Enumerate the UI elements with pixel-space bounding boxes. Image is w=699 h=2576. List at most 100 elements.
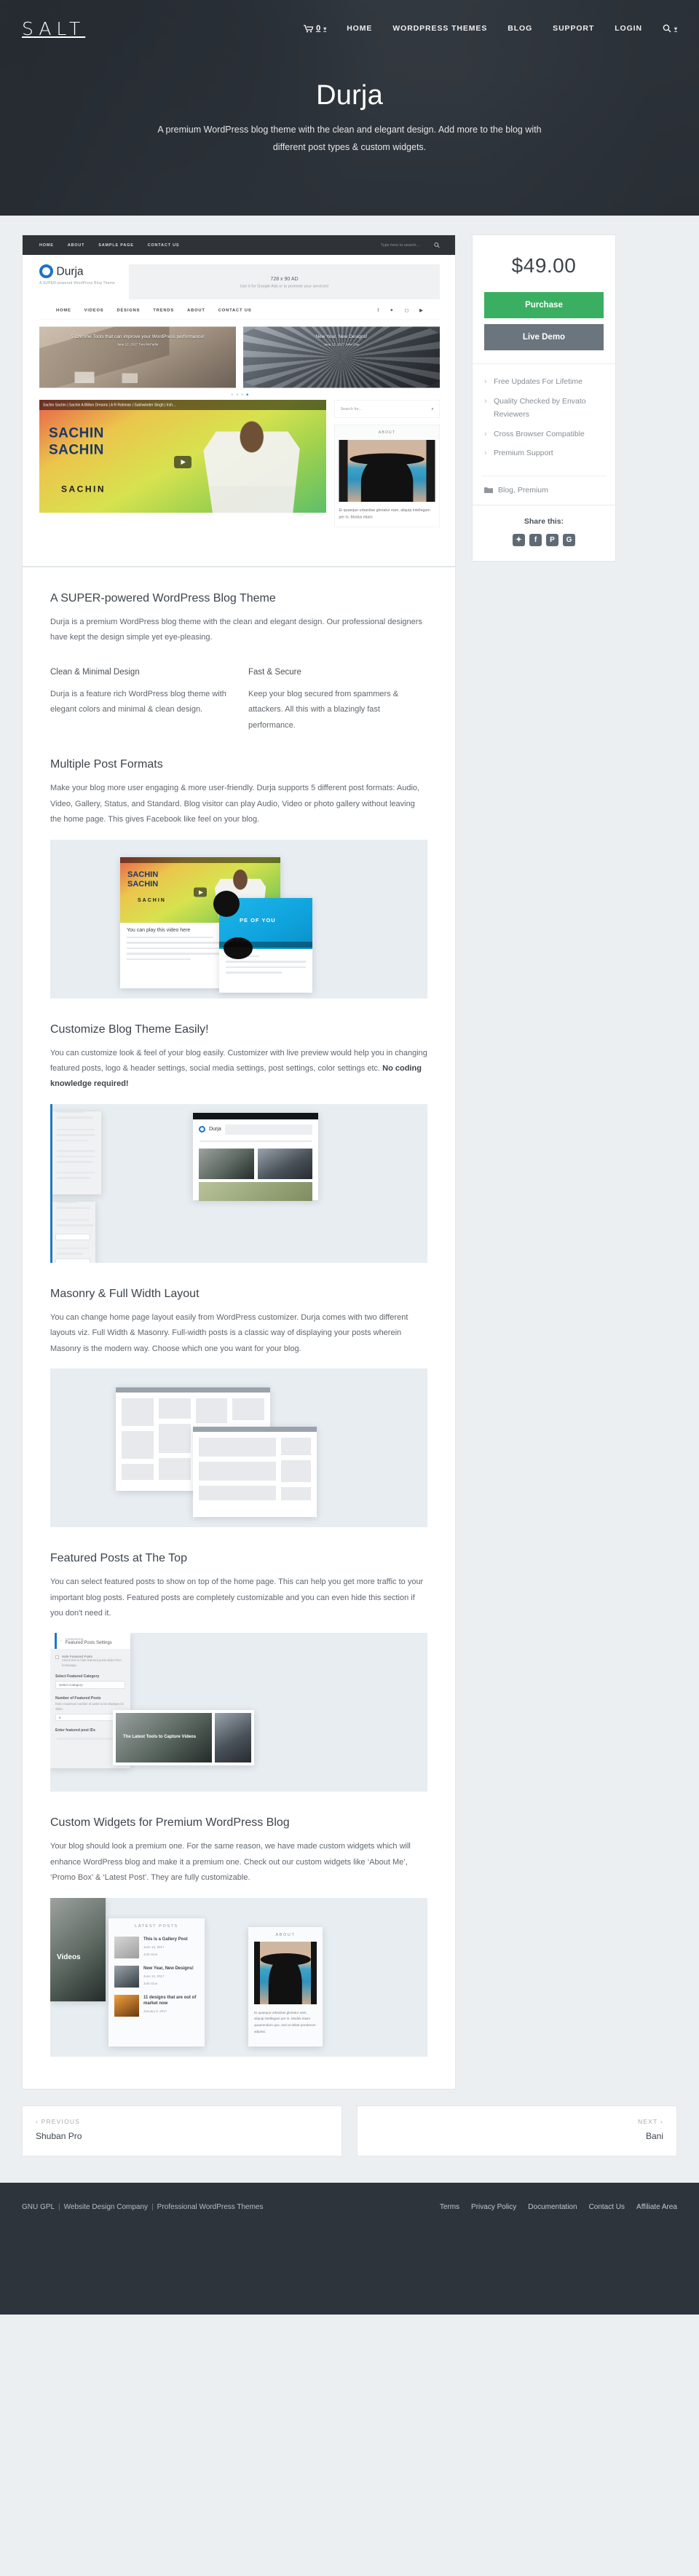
purchase-button[interactable]: Purchase: [484, 292, 604, 318]
demo-video-title: Sachin Sachin | Sachin A Billion Dreams …: [43, 403, 176, 407]
wg-post-title-2: 11 designs that are out of market now: [143, 1995, 197, 2006]
search-toggle[interactable]: ▾: [663, 24, 677, 33]
share-heading: Share this:: [524, 517, 564, 527]
instagram-icon[interactable]: ◻: [405, 307, 408, 313]
demo-video-subject: [203, 415, 300, 513]
nav-item-home[interactable]: HOME: [347, 24, 372, 33]
demo-nav-about[interactable]: ABOUT: [68, 243, 85, 248]
feature-column-clean-minimal: Clean & Minimal Design Durja is a featur…: [50, 668, 229, 733]
twitter-icon[interactable]: ✦: [513, 534, 525, 547]
wg-post-title-0: This is a Gallery Post: [143, 1937, 188, 1942]
demo-sidebar-search[interactable]: Search for... ⌕: [334, 400, 440, 418]
next-label: NEXT ›: [638, 2117, 663, 2125]
figure-post-formats: SACHIN SACHIN SACHIN You can play this v…: [50, 839, 427, 999]
demo-mainnav-designs[interactable]: DESIGNS: [116, 308, 140, 312]
product-categories[interactable]: Blog, Premium: [481, 476, 607, 505]
demo-mainnav-trends[interactable]: TRENDS: [153, 308, 174, 312]
nav-item-login[interactable]: LOGIN: [615, 24, 642, 33]
feature-columns: Clean & Minimal Design Durja is a featur…: [50, 668, 427, 733]
cart-count: 0: [316, 24, 321, 33]
demo-slide-2[interactable]: New Year, New Designs! June 12, 2017 Joh…: [243, 326, 440, 388]
demo-main-nav: HOME VIDEOS DESIGNS TRENDS ABOUT CONTACT…: [39, 299, 440, 320]
footer-link-website-design-company[interactable]: Website Design Company: [64, 2203, 148, 2211]
feature-item-1: Quality Checked by Envato Reviewers: [484, 395, 604, 422]
site-logo[interactable]: SALT: [22, 18, 85, 39]
footer-link-gnu-gpl[interactable]: GNU GPL: [22, 2203, 55, 2211]
cart-button[interactable]: 0 ▾: [304, 24, 326, 33]
hero-banner: SALT 0 ▾ HOME WORDPRESS THEMES BLOG SUPP…: [0, 0, 699, 216]
wg-latest-title: LATEST POSTS: [135, 1923, 178, 1929]
section-featured-posts: Featured Posts at The Top You can select…: [50, 1552, 427, 1792]
product-screenshot[interactable]: HOME ABOUT SAMPLE PAGE CONTACT US Type h…: [22, 235, 456, 567]
footer-link-contact-us[interactable]: Contact Us: [589, 2203, 625, 2211]
product-price: $49.00: [511, 254, 577, 277]
next-title: Bani: [645, 2130, 663, 2141]
search-icon-sidebar[interactable]: ⌕: [431, 406, 433, 411]
section-text-customize: You can customize look & feel of your bl…: [50, 1048, 427, 1089]
demo-slider-dots[interactable]: [23, 387, 455, 400]
mockup-video-word-1: SACHIN: [127, 870, 159, 879]
feature-column-fast-secure: Fast & Secure Keep your blog secured fro…: [248, 668, 427, 733]
ft-slide-caption: The Latest Tools to Capture Videos: [123, 1735, 197, 1740]
demo-mainnav-home[interactable]: HOME: [56, 308, 71, 312]
nav-item-wordpress-themes[interactable]: WORDPRESS THEMES: [392, 24, 487, 33]
footer-link-terms[interactable]: Terms: [440, 2203, 459, 2211]
live-demo-button[interactable]: Live Demo: [484, 324, 604, 350]
site-footer: GNU GPL | Website Design Company | Professio…: [0, 2182, 699, 2315]
pinterest-icon[interactable]: P: [546, 534, 558, 547]
mockup-promo-box-widget: Videos: [50, 1897, 106, 2001]
next-post-link[interactable]: NEXT › Bani: [357, 2105, 677, 2156]
cart-icon: [304, 24, 314, 32]
chevron-down-icon: ▾: [323, 25, 327, 32]
demo-logo-name: Durja: [56, 264, 84, 278]
demo-nav-contact-us[interactable]: CONTACT US: [148, 243, 180, 248]
demo-mainnav-about[interactable]: ABOUT: [187, 308, 205, 312]
footer-link-affiliate-area[interactable]: Affiliate Area: [636, 2203, 677, 2211]
wg-post-date-0: June 13, 2017: [143, 1945, 165, 1949]
demo-about-image: [339, 440, 435, 502]
section-text-masonry: You can change home page layout easily f…: [50, 1312, 408, 1353]
facebook-icon[interactable]: f: [377, 307, 379, 313]
wg-post-title-1: New Year, New Designs!: [143, 1966, 194, 1971]
twitter-icon[interactable]: ✦: [390, 307, 393, 313]
nav-item-blog[interactable]: BLOG: [508, 24, 532, 33]
demo-mainnav-contact-us[interactable]: CONTACT US: [218, 308, 252, 312]
search-icon-demo[interactable]: [434, 243, 440, 248]
demo-topbar: HOME ABOUT SAMPLE PAGE CONTACT US Type h…: [23, 235, 455, 255]
demo-ad-subtitle: Use it for Google Ads or to promote your…: [240, 283, 329, 288]
post-navigation: ‹ PREVIOUS Shuban Pro NEXT › Bani: [22, 2105, 677, 2156]
wg-post-row-1: New Year, New Designs! June 12, 2017 Joh…: [108, 1962, 205, 1991]
previous-post-link[interactable]: ‹ PREVIOUS Shuban Pro: [22, 2105, 342, 2156]
play-icon-mockup: [194, 887, 207, 897]
section-text-post-formats: Make your blog more user engaging & more…: [50, 784, 420, 824]
googleplus-icon[interactable]: G: [563, 534, 575, 547]
footer-link-documentation[interactable]: Documentation: [528, 2203, 577, 2211]
nav-item-support[interactable]: SUPPORT: [553, 24, 594, 33]
folder-icon: [484, 487, 493, 494]
figure-custom-widgets: LATEST POSTS This is a Gallery Post June…: [50, 1897, 427, 2057]
demo-ad-title: 728 x 90 AD: [270, 275, 299, 282]
demo-mainnav-videos[interactable]: VIDEOS: [84, 308, 104, 312]
demo-about-text: Ei quaeque urbanitas gloriatur eam, aliq…: [339, 508, 430, 520]
demo-slide-1[interactable]: 5 Chrome Tools that can improve your Wor…: [39, 326, 236, 388]
mockup-post-card-audio: PE OF YOU: [213, 890, 312, 993]
wg-about-text: Ei quaeque urbanitas gloriatur eam, aliq…: [254, 2010, 316, 2033]
demo-video-post[interactable]: Sachin Sachin | Sachin A Billion Dreams …: [39, 400, 326, 513]
previous-title: Shuban Pro: [36, 2130, 82, 2141]
mockup-customizer-panel-b: [50, 1103, 95, 1263]
demo-nav-sample-page[interactable]: SAMPLE PAGE: [98, 243, 133, 248]
footer-link-professional-themes[interactable]: Professional WordPress Themes: [157, 2203, 264, 2211]
mockup-customizer-preview: Durja: [193, 1112, 318, 1202]
play-icon[interactable]: [174, 455, 191, 468]
facebook-icon[interactable]: f: [529, 534, 542, 547]
demo-nav-home[interactable]: HOME: [39, 243, 54, 248]
footer-link-privacy-policy[interactable]: Privacy Policy: [471, 2203, 516, 2211]
page-title: Durja: [316, 80, 383, 111]
demo-ad-slot: 728 x 90 AD Use it for Google Ads or to …: [129, 264, 440, 299]
youtube-icon[interactable]: ▶: [419, 307, 423, 313]
ft-field1-label: Select Featured Category: [55, 1674, 100, 1679]
main-navigation: 0 ▾ HOME WORDPRESS THEMES BLOG SUPPORT L…: [304, 24, 677, 33]
mockup-customizer-logo: Durja: [209, 1127, 221, 1133]
site-header: SALT 0 ▾ HOME WORDPRESS THEMES BLOG SUPP…: [22, 0, 677, 50]
demo-about-widget: ABOUT Ei quaeque urbanitas gloriatur eam…: [334, 425, 440, 527]
